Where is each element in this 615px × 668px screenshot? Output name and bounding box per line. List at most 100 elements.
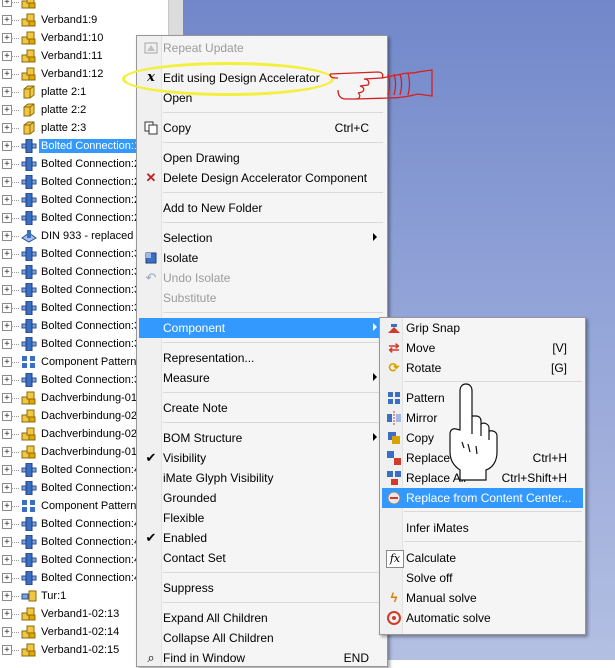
menu-label: iMate Glyph Visibility bbox=[163, 471, 274, 485]
menu-item-representation[interactable]: Representation... bbox=[139, 348, 385, 368]
tree-connector-line bbox=[11, 2, 19, 3]
submenu-item-move[interactable]: ⇄ Move [V] bbox=[382, 338, 583, 358]
menu-item-bom-structure[interactable]: BOM Structure bbox=[139, 428, 385, 448]
tree-connector-line bbox=[11, 308, 19, 309]
bolted-connection-icon bbox=[21, 192, 37, 208]
menu-label: Enabled bbox=[163, 531, 208, 545]
tree-connector-line bbox=[11, 578, 19, 579]
submenu-item-automatic-solve[interactable]: Automatic solve bbox=[382, 608, 583, 628]
highlight-ellipse-annotation bbox=[122, 62, 334, 96]
tree-row-label: Bolted Connection:3 bbox=[41, 284, 141, 296]
submenu-item-replace-from-content-center[interactable]: Replace from Content Center... bbox=[382, 488, 583, 508]
menu-item-enabled[interactable]: ✔ Enabled bbox=[139, 528, 385, 548]
isolate-icon bbox=[143, 250, 159, 266]
menu-item-create-note[interactable]: Create Note bbox=[139, 398, 385, 418]
bolted-connection-icon bbox=[21, 210, 37, 226]
tree-row-label: Dachverbindung-01 bbox=[41, 392, 138, 404]
menu-item-undo-isolate[interactable]: ↶ Undo Isolate bbox=[139, 268, 385, 288]
menu-label: Pattern bbox=[406, 391, 445, 405]
menu-label: Solve off bbox=[406, 571, 453, 585]
bolted-connection-icon bbox=[21, 336, 37, 352]
calculate-icon: fx bbox=[386, 550, 404, 568]
menu-item-copy[interactable]: Copy Ctrl+C bbox=[139, 118, 385, 138]
tree-row[interactable]: + bbox=[0, 0, 168, 11]
bolted-connection-icon bbox=[21, 300, 37, 316]
tree-row-label: Bolted Connection:4 bbox=[41, 464, 141, 476]
menu-item-contact-set[interactable]: Contact Set bbox=[139, 548, 385, 568]
tree-connector-line bbox=[11, 200, 19, 201]
tree-row-label: Bolted Connection:4 bbox=[41, 518, 141, 530]
tree-row-label: Verband1-02:14 bbox=[41, 626, 120, 638]
menu-shortcut: END bbox=[343, 651, 369, 665]
tree-row-label: platte 2:1 bbox=[41, 86, 87, 98]
menu-item-imate-glyph-visibility[interactable]: iMate Glyph Visibility bbox=[139, 468, 385, 488]
menu-item-find-in-window[interactable]: ⌕ Find in Window END bbox=[139, 648, 385, 668]
tree-row-label: Verband1:9 bbox=[41, 14, 98, 26]
menu-item-open-drawing[interactable]: Open Drawing bbox=[139, 148, 385, 168]
menu-item-delete-design-accelerator[interactable]: ✕ Delete Design Accelerator Component bbox=[139, 168, 385, 188]
tree-connector-line bbox=[11, 614, 19, 615]
grip-snap-icon bbox=[386, 320, 402, 336]
tree-connector-line bbox=[11, 416, 19, 417]
delete-icon: ✕ bbox=[145, 170, 157, 185]
submenu-item-calculate[interactable]: fx Calculate bbox=[382, 548, 583, 568]
tree-row-label: Dachverbindung-01 bbox=[41, 446, 138, 458]
menu-item-substitute[interactable]: Substitute bbox=[139, 288, 385, 308]
tree-row-label: Bolted Connection:3 bbox=[41, 374, 141, 386]
tree-row-label: Bolted Connection:4 bbox=[41, 572, 141, 584]
menu-item-flexible[interactable]: Flexible bbox=[139, 508, 385, 528]
tree-connector-line bbox=[11, 236, 19, 237]
menu-label: Selection bbox=[163, 231, 213, 245]
menu-item-add-to-new-folder[interactable]: Add to New Folder bbox=[139, 198, 385, 218]
menu-label: Contact Set bbox=[163, 551, 226, 565]
menu-item-visibility[interactable]: ✔ Visibility bbox=[139, 448, 385, 468]
menu-label: Copy bbox=[163, 121, 192, 135]
menu-label: Component bbox=[163, 321, 226, 335]
menu-shortcut: Ctrl+Shift+H bbox=[501, 471, 567, 485]
menu-label: Replace bbox=[406, 451, 451, 465]
menu-label: Representation... bbox=[163, 351, 255, 365]
menu-item-expand-all-children[interactable]: Expand All Children bbox=[139, 608, 385, 628]
menu-item-suppress[interactable]: Suppress bbox=[139, 578, 385, 598]
menu-item-repeat-update[interactable]: Repeat Update bbox=[139, 38, 385, 58]
submenu-arrow-icon bbox=[373, 373, 377, 381]
menu-label: BOM Structure bbox=[163, 431, 243, 445]
tree-row-label: Component Pattern bbox=[41, 500, 137, 512]
assembly-icon bbox=[21, 625, 37, 639]
submenu-item-grip-snap[interactable]: Grip Snap bbox=[382, 318, 583, 338]
menu-label: Suppress bbox=[163, 581, 214, 595]
submenu-item-solve-off[interactable]: Solve off bbox=[382, 568, 583, 588]
menu-item-collapse-all-children[interactable]: Collapse All Children bbox=[139, 628, 385, 648]
menu-item-measure[interactable]: Measure bbox=[139, 368, 385, 388]
submenu-item-manual-solve[interactable]: ϟ Manual solve bbox=[382, 588, 583, 608]
pointing-hand-icon bbox=[329, 69, 433, 100]
menu-label: Repeat Update bbox=[163, 41, 244, 55]
tree-row-label: Bolted Connection:3 bbox=[41, 302, 141, 314]
menu-shortcut: Ctrl+C bbox=[334, 121, 369, 135]
assembly-icon bbox=[21, 13, 37, 27]
pattern-icon bbox=[21, 355, 37, 369]
menu-label: Infer iMates bbox=[406, 521, 469, 535]
tree-connector-line bbox=[11, 488, 19, 489]
context-menu: Repeat Update x Edit using Design Accele… bbox=[136, 35, 388, 667]
menu-item-selection[interactable]: Selection bbox=[139, 228, 385, 248]
menu-item-component[interactable]: Component bbox=[139, 318, 385, 338]
submenu-item-rotate[interactable]: ⟳ Rotate [G] bbox=[382, 358, 583, 378]
menu-label: Manual solve bbox=[406, 591, 477, 605]
menu-item-isolate[interactable]: Isolate bbox=[139, 248, 385, 268]
menu-label: Substitute bbox=[163, 291, 217, 305]
tree-row-label: Bolted Connection:3 bbox=[41, 338, 141, 350]
tree-row-label: Bolted Connection:2 bbox=[41, 212, 141, 224]
part-icon bbox=[21, 121, 37, 135]
tree-connector-line bbox=[11, 74, 19, 75]
menu-label: Open Drawing bbox=[163, 151, 240, 165]
submenu-item-infer-imates[interactable]: Infer iMates bbox=[382, 518, 583, 538]
checkmark-icon: ✔ bbox=[145, 530, 157, 545]
bolted-connection-icon bbox=[21, 462, 37, 478]
tree-connector-line bbox=[11, 128, 19, 129]
tree-row-label: Verband1:11 bbox=[41, 50, 103, 62]
assembly-icon bbox=[21, 445, 37, 459]
tree-row[interactable]: + Verband1:9 bbox=[0, 11, 168, 29]
menu-item-grounded[interactable]: Grounded bbox=[139, 488, 385, 508]
mirror-icon bbox=[386, 410, 402, 426]
